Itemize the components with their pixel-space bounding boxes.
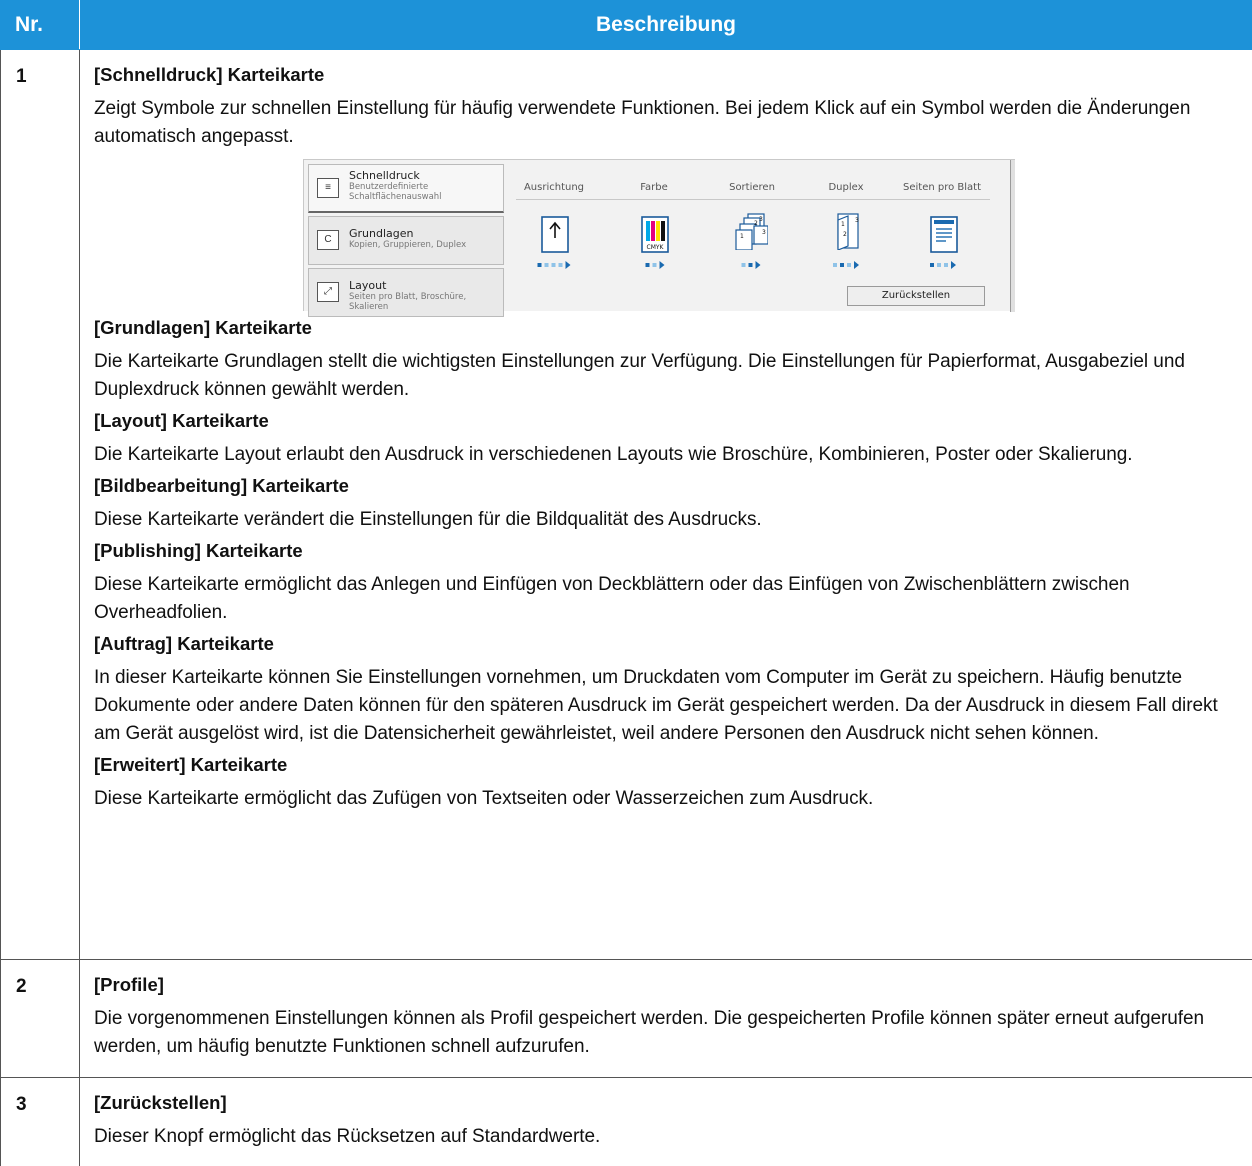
section-heading: [Zurückstellen] (94, 1092, 227, 1113)
row-description: [Profile] Die vorgenommenen Einstellunge… (79, 959, 1252, 1078)
option-indicator (741, 261, 761, 269)
printer-driver-screenshot: ≡ Schnelldruck Benutzerdefinierte Schalt… (303, 159, 1015, 317)
option-indicator (833, 261, 859, 269)
section-heading: [Profile] (94, 974, 164, 995)
section-text: Diese Karteikarte verändert die Einstell… (94, 509, 762, 530)
section-text: Diese Karteikarte ermöglicht das Zufügen… (94, 788, 874, 809)
tab-subtitle: Seiten pro Blatt, Broschüre, Skalieren (349, 292, 467, 312)
section-heading: [Schnelldruck] Karteikarte (94, 64, 325, 85)
portrait-orientation-icon[interactable] (537, 216, 573, 254)
option-indicator (537, 261, 571, 269)
tab-subtitle-line2: Schaltflächenauswahl (349, 192, 442, 202)
pages-per-sheet-icon[interactable] (926, 216, 962, 254)
collate-icon[interactable]: 3 2 3 1 (732, 212, 768, 250)
section-text: Dieser Knopf ermöglicht das Rücksetzen a… (94, 1126, 601, 1147)
section-text: Die vorgenommenen Einstellungen können a… (94, 1008, 1205, 1057)
section-heading: [Publishing] Karteikarte (94, 540, 303, 561)
label-farbe: Farbe (640, 182, 668, 193)
quick-labels: Ausrichtung Farbe Sortieren Duplex Seite… (516, 178, 990, 200)
option-indicator (930, 261, 956, 269)
reset-button[interactable]: Zurückstellen (847, 286, 985, 306)
grundlagen-icon: C (317, 230, 339, 250)
row-number: 2 (0, 959, 80, 1078)
section-text: In dieser Karteikarte können Sie Einstel… (94, 667, 1218, 744)
section-heading: [Layout] Karteikarte (94, 410, 269, 431)
scrollbar[interactable] (1010, 160, 1015, 312)
row-number: 3 (0, 1077, 80, 1166)
row-number: 1 (0, 49, 80, 960)
tab-title: Schnelldruck (349, 169, 420, 182)
color-cmyk-icon[interactable]: CMYK (637, 216, 673, 254)
row-description: [Schnelldruck] Karteikarte Zeigt Symbole… (79, 49, 1252, 960)
description-table: Nr. Beschreibung 1 [Schnelldruck] Kartei… (0, 0, 1252, 1166)
svg-text:3: 3 (855, 217, 859, 224)
section-heading: [Grundlagen] Karteikarte (94, 317, 312, 338)
label-ausrichtung: Ausrichtung (523, 182, 585, 193)
tab-subtitle: Benutzerdefinierte (349, 182, 429, 192)
table-row: 2 [Profile] Die vorgenommenen Einstellun… (0, 959, 1252, 1078)
schnelldruck-icon: ≡ (317, 178, 339, 198)
svg-text:2: 2 (754, 220, 758, 227)
tab-title: Grundlagen (349, 227, 414, 240)
table-row: 3 [Zurückstellen] Dieser Knopf ermöglich… (0, 1077, 1252, 1166)
section-text: Die Karteikarte Layout erlaubt den Ausdr… (94, 444, 1133, 465)
tab-layout[interactable]: ⤢ Layout Seiten pro Blatt, Broschüre, Sk… (308, 268, 504, 317)
tab-subtitle: Kopien, Gruppieren, Duplex (349, 240, 467, 250)
table-row: 1 [Schnelldruck] Karteikarte Zeigt Symbo… (0, 49, 1252, 960)
quick-print-panel: Ausrichtung Farbe Sortieren Duplex Seite… (516, 178, 990, 200)
duplex-icon[interactable]: 1 2 3 (830, 212, 866, 250)
section-text: Die Karteikarte Grundlagen stellt die wi… (94, 351, 1185, 400)
svg-text:1: 1 (841, 221, 845, 228)
tab-grundlagen[interactable]: C Grundlagen Kopien, Gruppieren, Duplex (308, 216, 504, 265)
cmyk-label: CMYK (647, 244, 665, 251)
svg-text:2: 2 (843, 231, 847, 238)
svg-text:3: 3 (759, 216, 763, 223)
section-text: Zeigt Symbole zur schnellen Einstellung … (94, 98, 1191, 147)
section-text: Diese Karteikarte ermöglicht das Anlegen… (94, 574, 1130, 623)
layout-icon: ⤢ (317, 282, 339, 302)
column-header-nr: Nr. (0, 0, 80, 50)
section-heading: [Auftrag] Karteikarte (94, 633, 274, 654)
option-indicator (645, 261, 665, 269)
svg-text:1: 1 (740, 233, 744, 240)
section-heading: [Erweitert] Karteikarte (94, 754, 288, 775)
label-sortieren: Sortieren (729, 182, 775, 193)
tab-schnelldruck[interactable]: ≡ Schnelldruck Benutzerdefinierte Schalt… (308, 164, 504, 213)
label-duplex: Duplex (828, 182, 864, 193)
tab-title: Layout (349, 279, 387, 292)
section-heading: [Bildbearbeitung] Karteikarte (94, 475, 349, 496)
column-header-description: Beschreibung (79, 0, 1252, 50)
svg-text:3: 3 (762, 229, 766, 236)
row-description: [Zurückstellen] Dieser Knopf ermöglicht … (79, 1077, 1252, 1166)
label-seiten-pro-blatt: Seiten pro Blatt (902, 182, 982, 193)
tab-column: ≡ Schnelldruck Benutzerdefinierte Schalt… (308, 164, 504, 320)
